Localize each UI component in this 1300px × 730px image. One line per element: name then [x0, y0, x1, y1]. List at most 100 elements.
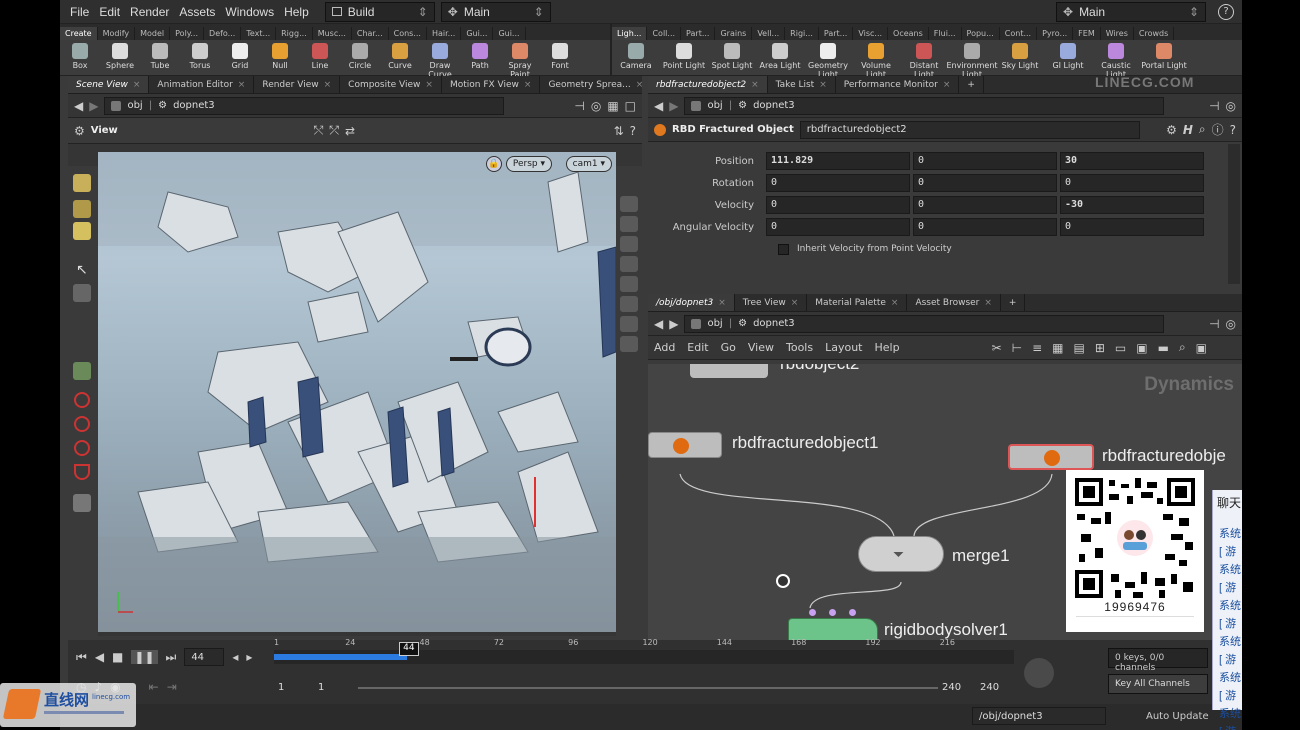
forward-arrow-icon[interactable]: ▶ — [669, 317, 678, 331]
tool-camera[interactable]: Camera — [612, 40, 660, 70]
chat-item[interactable]: 系统 — [1213, 633, 1242, 651]
pane-tab-rbdfracturedobject2[interactable]: rbdfracturedobject2 × — [648, 76, 768, 93]
shelf-tab-fem[interactable]: FEM — [1073, 27, 1101, 40]
handle-tool-icon[interactable]: ⇄ — [345, 124, 355, 138]
shelf-tab-cons[interactable]: Cons... — [389, 27, 427, 40]
pane-tab-motion-fx-view[interactable]: Motion FX View × — [442, 76, 541, 93]
pane-tab-geometry-sprea[interactable]: Geometry Sprea... × — [540, 76, 653, 93]
tool-spot-light[interactable]: Spot Light — [708, 40, 756, 70]
link-icon[interactable]: ◎ — [591, 99, 601, 113]
param-scrollbar[interactable] — [1228, 144, 1240, 284]
merge1-node[interactable]: ⏷ — [858, 536, 944, 572]
sticky-icon[interactable]: ▣ — [1136, 341, 1147, 355]
chat-item[interactable]: 系统 — [1213, 525, 1242, 543]
info-icon[interactable]: ⓘ — [1212, 121, 1224, 138]
menu-render[interactable]: Render — [130, 5, 169, 19]
close-tab-icon[interactable]: × — [891, 298, 899, 308]
param-field-y[interactable]: 0 — [913, 152, 1057, 170]
param-field-y[interactable]: 0 — [913, 196, 1057, 214]
select-tool-icon[interactable]: ⤲ — [314, 123, 324, 138]
shelf-tab-pyro[interactable]: Pyro... — [1037, 27, 1074, 40]
param-field-z[interactable]: -30 — [1060, 196, 1204, 214]
snap-icon[interactable]: ⇅ — [614, 124, 624, 138]
pane-tab-obj-dopnet3[interactable]: /obj/dopnet3 × — [648, 294, 735, 311]
forward-arrow-icon[interactable]: ▶ — [89, 99, 98, 113]
menu-file[interactable]: File — [70, 5, 89, 19]
close-tab-icon[interactable]: × — [324, 80, 332, 90]
key-prev-icon[interactable]: ⇤ — [149, 680, 159, 694]
shelf-tab-create[interactable]: Create — [60, 27, 98, 40]
param-field-x[interactable]: 0 — [766, 218, 910, 236]
chat-item[interactable]: 系统 — [1213, 705, 1242, 723]
desktop-selector-main[interactable]: ✥ Main ⇕ — [440, 1, 551, 22]
visualizer-icon[interactable] — [620, 336, 638, 352]
param-field-z[interactable]: 30 — [1060, 152, 1204, 170]
shelf-tab-modify[interactable]: Modify — [98, 27, 136, 40]
magnet-icon[interactable] — [74, 464, 90, 480]
tool-area-light[interactable]: Area Light — [756, 40, 804, 70]
tool-geometry-light[interactable]: Geometry Light — [804, 40, 852, 79]
pane-tab-take-list[interactable]: Take List × — [768, 76, 836, 93]
tool-grid[interactable]: Grid — [220, 40, 260, 70]
add-tab-icon[interactable]: + — [959, 76, 984, 93]
persp-menu[interactable]: Persp ▾ — [505, 156, 552, 172]
desktop-selector-right[interactable]: ✥ Main ⇕ — [1056, 1, 1206, 22]
shelf-tab-rigi[interactable]: Rigi... — [785, 27, 819, 40]
tool-circle[interactable]: Circle — [340, 40, 380, 70]
close-tab-icon[interactable]: × — [636, 80, 644, 90]
range-end2-value[interactable]: 240 — [980, 682, 999, 693]
network-menu-edit[interactable]: Edit — [687, 341, 708, 354]
close-tab-icon[interactable]: × — [819, 80, 827, 90]
component-mode-icon[interactable] — [73, 200, 91, 218]
help-icon[interactable]: ? — [1218, 3, 1234, 20]
tool-line[interactable]: Line — [300, 40, 340, 70]
shelf-tab-visc[interactable]: Visc... — [853, 27, 889, 40]
shelf-tab-gui[interactable]: Gui... — [461, 27, 494, 40]
key-next-icon[interactable]: ⇥ — [167, 680, 177, 694]
pose-tool-icon[interactable] — [74, 440, 90, 456]
pin-icon[interactable]: ⊣ — [1209, 317, 1219, 331]
rigidbodysolver1-node[interactable] — [788, 609, 878, 640]
back-arrow-icon[interactable]: ◀ — [654, 317, 663, 331]
pin-icon[interactable]: ⊣ — [1209, 99, 1219, 113]
chat-item[interactable]: [ 游 — [1213, 687, 1242, 705]
shelf-tab-text[interactable]: Text... — [241, 27, 277, 40]
key-all-channels-button[interactable]: Key All Channels — [1108, 674, 1208, 694]
chat-item[interactable]: [ 游 — [1213, 723, 1242, 730]
tool-tube[interactable]: Tube — [140, 40, 180, 70]
network-menu-layout[interactable]: Layout — [825, 341, 862, 354]
network-menu-tools[interactable]: Tools — [786, 341, 813, 354]
param-field-x[interactable]: 111.829 — [766, 152, 910, 170]
menu-edit[interactable]: Edit — [99, 5, 120, 19]
lock-icon[interactable] — [73, 284, 91, 302]
network-menu-add[interactable]: Add — [654, 341, 675, 354]
status-path-box[interactable]: /obj/dopnet3 — [972, 707, 1106, 725]
tree-icon[interactable]: ⊢ — [1012, 341, 1022, 355]
shelf-tab-flui[interactable]: Flui... — [929, 27, 962, 40]
close-tab-icon[interactable]: × — [751, 80, 759, 90]
rotate-tool-icon[interactable] — [74, 392, 90, 408]
chat-item[interactable]: 系统 — [1213, 561, 1242, 579]
search-icon[interactable]: ⌕ — [1199, 122, 1206, 137]
tool-distant-light[interactable]: Distant Light — [900, 40, 948, 79]
viewer-help-icon[interactable]: ? — [630, 124, 636, 138]
shelf-tab-char[interactable]: Char... — [352, 27, 389, 40]
add-tab-icon[interactable]: + — [1001, 294, 1026, 311]
close-tab-icon[interactable]: × — [791, 298, 799, 308]
close-tab-icon[interactable]: × — [943, 80, 951, 90]
close-tab-icon[interactable]: × — [718, 298, 726, 308]
param-field-z[interactable]: 0 — [1060, 218, 1204, 236]
tool-curve[interactable]: Curve — [380, 40, 420, 70]
select-mode-icon[interactable] — [73, 174, 91, 192]
shelf-tab-crowds[interactable]: Crowds — [1134, 27, 1175, 40]
tool-portal-light[interactable]: Portal Light — [1140, 40, 1188, 70]
tool-box[interactable]: Box — [60, 40, 100, 70]
node-name-field[interactable]: rbdfracturedobject2 — [799, 120, 1140, 139]
shelf-tab-wires[interactable]: Wires — [1101, 27, 1134, 40]
wrench-icon[interactable]: ✂ — [992, 341, 1002, 355]
pane-tab-render-view[interactable]: Render View × — [254, 76, 341, 93]
network-menu-help[interactable]: Help — [875, 341, 900, 354]
tool-spray-paint[interactable]: Spray Paint — [500, 40, 540, 79]
gear-icon[interactable]: ⚙ — [1166, 123, 1177, 137]
pane-tab-material-palette[interactable]: Material Palette × — [807, 294, 908, 311]
